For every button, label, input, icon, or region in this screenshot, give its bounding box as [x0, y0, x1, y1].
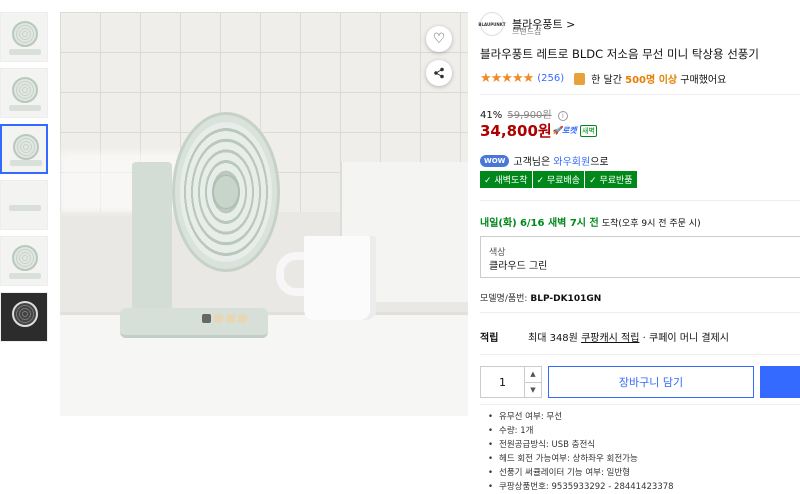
quantity-down-icon[interactable]: ▼	[525, 383, 541, 398]
dawn-delivery-chip: 새벽	[580, 125, 597, 137]
model-value: BLP-DK101GN	[530, 294, 602, 304]
color-option-select[interactable]: 색상 클라우드 그린	[480, 236, 800, 278]
points-prefix: 최대 348원	[528, 333, 578, 344]
delivery-info: 내일(화) 6/16 새벽 7시 전 도착(오후 9시 전 주문 시)	[480, 214, 701, 229]
benefit-tags: ✓ 새벽도착 ✓ 무료배송 ✓ 무료반품	[480, 171, 638, 188]
rating-row: ★★★★★ (256) 한 달간 500명 이상 구매했어요	[480, 71, 726, 86]
price-original-row: 41% 59,900원 i	[480, 106, 568, 121]
wow-text: 고객님은 와우회원으로	[513, 153, 608, 168]
shopping-bag-icon	[574, 72, 586, 85]
delivery-detail: (오후 9시 전 주문 시)	[618, 219, 701, 229]
points-row: 적립 최대 348원 쿠팡캐시 적립 · 쿠페이 머니 결제시	[480, 329, 729, 344]
purchase-count-text: 한 달간 500명 이상 구매했어요	[591, 71, 726, 86]
quantity-up-icon[interactable]: ▲	[525, 367, 541, 383]
fan-button	[226, 314, 235, 323]
divider	[480, 312, 800, 313]
option-value: 클라우드 그린	[489, 261, 548, 272]
divider	[480, 200, 800, 201]
purchase-count: 500명 이상	[625, 75, 678, 86]
points-text: 최대 348원 쿠팡캐시 적립 · 쿠페이 머니 결제시	[528, 329, 729, 344]
fan-button	[202, 314, 211, 323]
quantity-value[interactable]: 1	[481, 367, 525, 397]
quantity-buttons: ▲ ▼	[525, 367, 541, 397]
wow-prefix: 고객님은	[513, 157, 551, 168]
delivery-day: 내일(화)	[480, 218, 517, 229]
model-number: 모델명/품번: BLP-DK101GN	[480, 291, 601, 304]
quantity-stepper[interactable]: 1 ▲ ▼	[480, 366, 542, 398]
fan-stand	[132, 162, 172, 312]
review-count-link[interactable]: (256)	[537, 73, 564, 84]
thumbnail-list	[0, 12, 48, 348]
rocket-delivery-badge: 🚀로켓	[552, 126, 577, 135]
spec-item: 선풍기 써큘레이터 기능 여부: 일반형	[480, 466, 674, 480]
product-info-panel: BLAUPUNKT 블라우풍트 > 브랜드샵 블라우풍트 레트로 BLDC 저소…	[478, 0, 800, 494]
purchase-suffix: 구매했어요	[680, 75, 727, 86]
benefit-tag: ✓ 무료반품	[585, 171, 637, 188]
points-suffix: · 쿠페이 머니 결제시	[642, 333, 729, 344]
thumbnail[interactable]	[0, 292, 48, 342]
purchase-prefix: 한 달간	[591, 75, 622, 86]
share-icon[interactable]	[426, 60, 452, 86]
fan-button	[238, 314, 247, 323]
thumbnail[interactable]	[0, 68, 48, 118]
delivery-verb: 도착	[601, 219, 619, 229]
main-product-image: ♡	[60, 12, 468, 416]
product-title: 블라우풍트 레트로 BLDC 저소음 무선 미니 탁상용 선풍기	[480, 47, 759, 61]
fan-hub	[212, 174, 240, 210]
model-label: 모델명/품번:	[480, 294, 528, 304]
wow-badge: WOW	[480, 154, 510, 167]
spec-item: 쿠팡상품번호: 9535933292 - 28441423378	[480, 480, 674, 494]
divider	[480, 354, 800, 355]
spec-item: 수량: 1개	[480, 424, 674, 438]
info-icon[interactable]: i	[557, 111, 568, 121]
spec-item: 유무선 여부: 무선	[480, 410, 674, 424]
heart-icon[interactable]: ♡	[426, 26, 452, 52]
wow-member-link[interactable]: 와우회원	[553, 157, 590, 168]
points-label: 적립	[480, 333, 499, 344]
fan-button	[214, 314, 223, 323]
brand-logo: BLAUPUNKT	[478, 12, 506, 36]
coupang-cash-link[interactable]: 쿠팡캐시 적립	[581, 333, 639, 344]
brand-shop-label: 브랜드샵	[512, 27, 542, 36]
thumbnail[interactable]	[0, 236, 48, 286]
buy-now-button[interactable]	[760, 366, 800, 398]
star-rating: ★★★★★	[480, 71, 534, 86]
divider	[480, 404, 800, 405]
delivery-date: 6/16 새벽 7시 전	[519, 218, 599, 229]
thumbnail[interactable]	[0, 180, 48, 230]
benefit-tag: ✓ 새벽도착	[480, 171, 532, 188]
wow-suffix: 으로	[590, 157, 609, 168]
wow-row: WOW 고객님은 와우회원으로	[480, 153, 609, 168]
sale-price: 34,800원	[480, 122, 552, 140]
fan-base	[120, 308, 268, 338]
divider	[480, 94, 800, 95]
spec-item: 헤드 회전 가능여부: 상하좌우 회전가능	[480, 452, 674, 466]
mug	[304, 236, 376, 320]
spec-item: 전원공급방식: USB 충전식	[480, 438, 674, 452]
thumbnail[interactable]	[0, 12, 48, 62]
thumbnail-selected[interactable]	[0, 124, 48, 174]
spec-list: 유무선 여부: 무선 수량: 1개 전원공급방식: USB 충전식 헤드 회전 …	[480, 410, 674, 494]
add-to-cart-button[interactable]: 장바구니 담기	[548, 366, 754, 398]
benefit-tag: ✓ 무료배송	[532, 171, 585, 188]
